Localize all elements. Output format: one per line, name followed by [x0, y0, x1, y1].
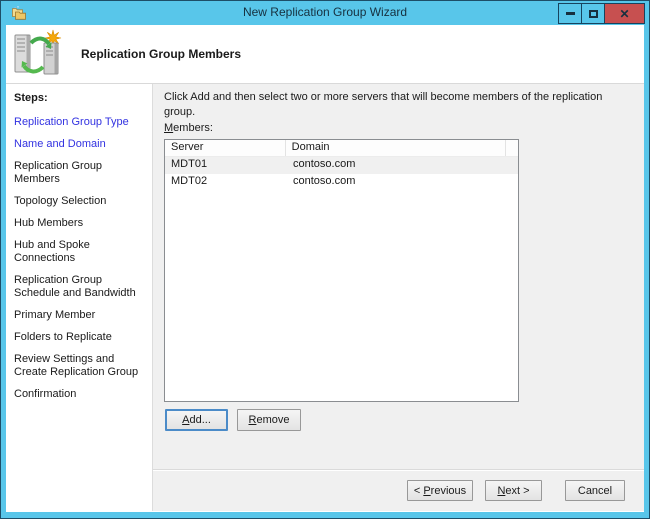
sidebar-item-replication-group-members: Replication Group Members: [14, 160, 103, 185]
page-title: Replication Group Members: [81, 47, 242, 61]
maximize-button[interactable]: [581, 3, 605, 24]
cell-server: MDT01: [171, 158, 208, 170]
steps-sidebar: Steps: Replication Group Type Name and D…: [6, 84, 152, 511]
minimize-button[interactable]: [558, 3, 582, 24]
cell-domain: contoso.com: [293, 158, 356, 170]
sidebar-item-hub-and-spoke-connections: Hub and Spoke Connections: [14, 239, 90, 264]
titlebar: New Replication Group Wizard ✕: [1, 1, 649, 25]
footer-divider: [153, 469, 644, 471]
table-row[interactable]: MDT02 contoso.com: [165, 174, 518, 191]
window-title: New Replication Group Wizard: [242, 5, 408, 19]
remove-button[interactable]: Remove: [237, 409, 301, 431]
page-header: Replication Group Members: [6, 25, 644, 84]
sidebar-item-confirmation: Confirmation: [14, 388, 77, 400]
wizard-frame: Replication Group Members Steps: Replica…: [6, 25, 644, 512]
members-label: Members:: [164, 122, 213, 134]
column-header-filler: [506, 140, 518, 156]
cell-domain: contoso.com: [293, 175, 356, 187]
caption-controls: ✕: [558, 3, 645, 24]
table-row[interactable]: MDT01 contoso.com: [165, 157, 518, 174]
cell-server: MDT02: [171, 175, 208, 187]
members-list-header: Server Domain: [165, 140, 518, 157]
cancel-button[interactable]: Cancel: [565, 480, 625, 501]
content-pane: Click Add and then select two or more se…: [153, 84, 644, 511]
close-icon: ✕: [619, 6, 630, 21]
sidebar-item-primary-member: Primary Member: [14, 309, 96, 321]
sidebar-item-replication-group-type[interactable]: Replication Group Type: [14, 116, 148, 129]
instruction-text: Click Add and then select two or more se…: [164, 91, 603, 119]
previous-button[interactable]: < Previous: [407, 480, 473, 501]
column-header-domain[interactable]: Domain: [286, 140, 506, 156]
members-list[interactable]: Server Domain MDT01 contoso.com MDT02 co…: [164, 139, 519, 402]
wizard-window: New Replication Group Wizard ✕ Replicati…: [0, 0, 650, 519]
next-button[interactable]: Next >: [485, 480, 542, 501]
sidebar-item-replication-group-schedule: Replication Group Schedule and Bandwidth: [14, 274, 136, 299]
footer-buttons: < Previous Next > Cancel: [407, 480, 625, 501]
sidebar-item-review-settings: Review Settings and Create Replication G…: [14, 353, 139, 378]
sidebar-item-folders-to-replicate: Folders to Replicate: [14, 331, 112, 343]
sidebar-item-name-and-domain[interactable]: Name and Domain: [14, 138, 148, 151]
minimize-icon: [565, 12, 575, 15]
main-row: Steps: Replication Group Type Name and D…: [6, 84, 644, 511]
add-button[interactable]: Add...: [165, 409, 228, 431]
column-header-server[interactable]: Server: [165, 140, 286, 156]
maximize-icon: [588, 9, 598, 18]
steps-heading: Steps:: [14, 92, 48, 104]
replication-servers-icon: [14, 29, 62, 75]
sidebar-item-hub-members: Hub Members: [14, 217, 84, 229]
sidebar-item-topology-selection: Topology Selection: [14, 195, 107, 207]
close-button[interactable]: ✕: [604, 3, 645, 24]
